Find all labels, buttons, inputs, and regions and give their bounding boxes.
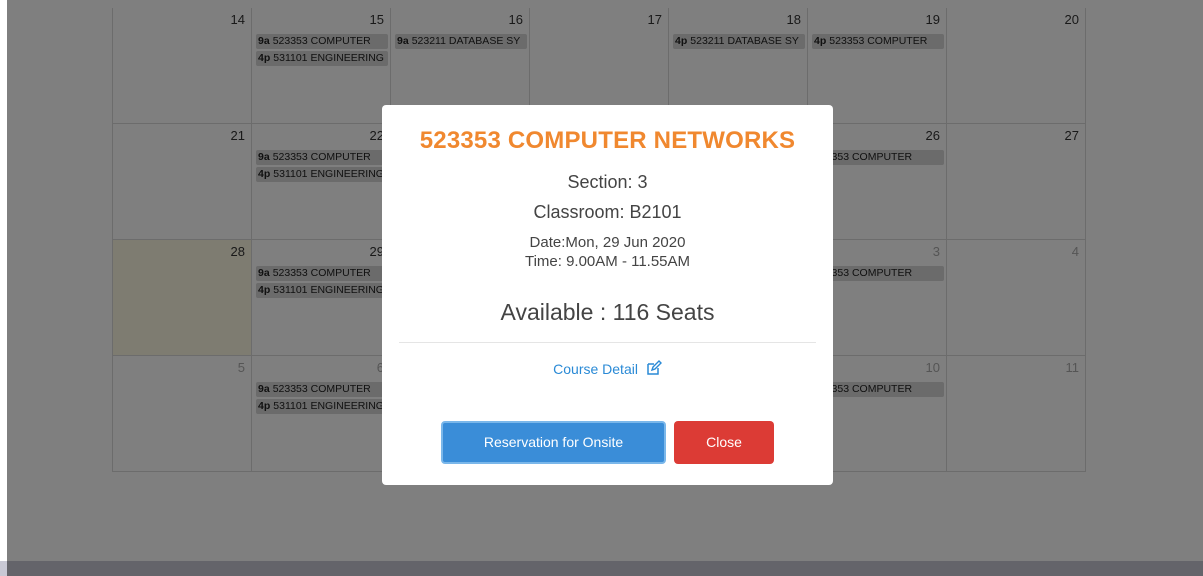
modal-divider bbox=[399, 342, 816, 343]
schedule-info: Date:Mon, 29 Jun 2020 Time: 9.00AM - 11.… bbox=[382, 233, 833, 271]
course-modal: 523353 COMPUTER NETWORKS Section: 3 Clas… bbox=[382, 105, 833, 485]
classroom-text: Classroom: B2101 bbox=[533, 202, 682, 222]
date-text: Date:Mon, 29 Jun 2020 bbox=[529, 234, 686, 251]
available-seats-text: Available : 116 Seats bbox=[500, 299, 715, 325]
close-button[interactable]: Close bbox=[674, 421, 774, 464]
course-detail-label: Course Detail bbox=[553, 361, 638, 377]
edit-icon bbox=[646, 360, 662, 379]
section-text: Section: 3 bbox=[567, 172, 648, 192]
modal-title: 523353 COMPUTER NETWORKS bbox=[419, 127, 796, 154]
course-detail-link[interactable]: Course Detail bbox=[553, 360, 662, 379]
time-text: Time: 9.00AM - 11.55AM bbox=[524, 253, 691, 270]
reservation-onsite-button[interactable]: Reservation for Onsite bbox=[441, 421, 666, 464]
